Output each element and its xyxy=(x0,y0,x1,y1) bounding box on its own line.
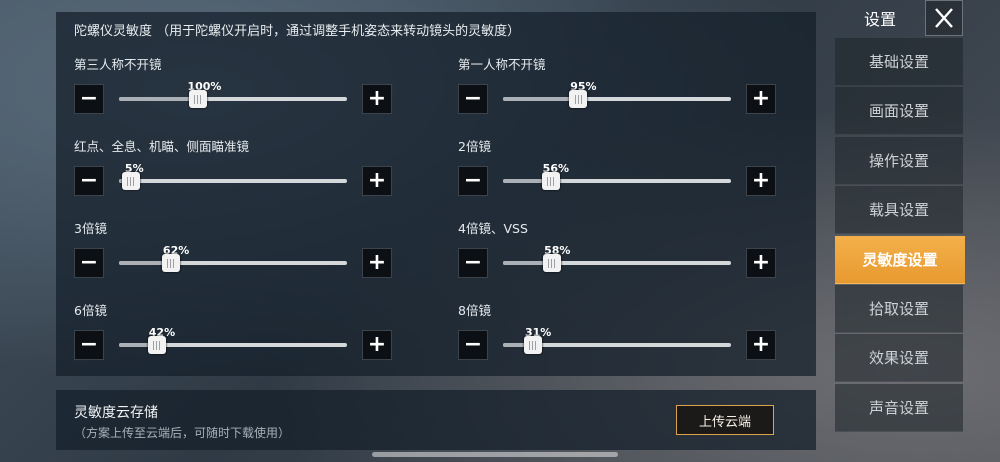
increase-button[interactable]: + xyxy=(362,84,392,114)
sidebar-item[interactable]: 效果设置 xyxy=(835,334,963,383)
sidebar-title: 设置 xyxy=(863,10,896,29)
increase-button[interactable]: + xyxy=(746,84,776,114)
cloud-storage-subtitle: （方案上传至云端后，可随时下载使用） xyxy=(74,426,291,440)
sidebar-item[interactable]: 操作设置 xyxy=(835,136,963,185)
sensitivity-slider: 6倍镜 − 42% + xyxy=(74,300,394,380)
cloud-storage-panel: 灵敏度云存储 （方案上传至云端后，可随时下载使用） 上传云端 xyxy=(56,390,816,450)
slider-thumb[interactable] xyxy=(542,254,561,272)
slider-thumb[interactable] xyxy=(523,336,542,354)
sensitivity-slider: 红点、全息、机瞄、侧面瞄准镜 − 5% + xyxy=(74,136,394,216)
sidebar-item[interactable]: 灵敏度设置 xyxy=(835,235,965,284)
home-indicator[interactable] xyxy=(372,452,618,457)
slider-track[interactable] xyxy=(503,172,731,190)
sensitivity-slider: 第一人称不开镜 − 95% + xyxy=(458,54,778,134)
close-button[interactable] xyxy=(925,0,963,36)
panel-title: 陀螺仪灵敏度 （用于陀螺仪开启时，通过调整手机姿态来转动镜头的灵敏度） xyxy=(74,24,521,39)
decrease-button[interactable]: − xyxy=(458,248,488,278)
slider-thumb[interactable] xyxy=(161,254,180,272)
cloud-storage-title: 灵敏度云存储 xyxy=(74,405,158,421)
slider-thumb[interactable] xyxy=(147,336,166,354)
slider-thumb[interactable] xyxy=(188,90,207,108)
increase-button[interactable]: + xyxy=(362,330,392,360)
increase-button[interactable]: + xyxy=(746,166,776,196)
slider-thumb[interactable] xyxy=(541,172,560,190)
slider-thumb[interactable] xyxy=(121,172,140,190)
increase-button[interactable]: + xyxy=(746,330,776,360)
slider-label: 6倍镜 xyxy=(74,303,107,318)
sidebar-item[interactable]: 画面设置 xyxy=(835,87,963,136)
slider-label: 红点、全息、机瞄、侧面瞄准镜 xyxy=(74,139,250,154)
decrease-button[interactable]: − xyxy=(74,330,104,360)
slider-fill xyxy=(119,97,198,101)
decrease-button[interactable]: − xyxy=(458,84,488,114)
decrease-button[interactable]: − xyxy=(458,330,488,360)
slider-track[interactable] xyxy=(119,254,347,272)
sidebar-item[interactable]: 载具设置 xyxy=(835,186,963,235)
sensitivity-slider: 3倍镜 − 62% + xyxy=(74,218,394,298)
decrease-button[interactable]: − xyxy=(74,248,104,278)
slider-label: 4倍镜、VSS xyxy=(458,221,528,236)
sensitivity-slider: 8倍镜 − 31% + xyxy=(458,300,778,380)
slider-track[interactable] xyxy=(119,90,347,108)
sensitivity-slider: 4倍镜、VSS − 58% + xyxy=(458,218,778,298)
sensitivity-slider: 第三人称不开镜 − 100% + xyxy=(74,54,394,134)
slider-label: 第一人称不开镜 xyxy=(458,57,546,72)
sensitivity-slider: 2倍镜 − 56% + xyxy=(458,136,778,216)
sidebar-item[interactable]: 拾取设置 xyxy=(835,285,963,333)
close-icon xyxy=(935,8,953,28)
slider-track[interactable] xyxy=(119,172,347,190)
decrease-button[interactable]: − xyxy=(74,84,104,114)
slider-track[interactable] xyxy=(119,336,347,354)
slider-fill xyxy=(503,97,579,101)
slider-track[interactable] xyxy=(503,336,731,354)
slider-thumb[interactable] xyxy=(569,90,588,108)
slider-track[interactable] xyxy=(503,254,731,272)
increase-button[interactable]: + xyxy=(362,248,392,278)
sidebar-item[interactable]: 基础设置 xyxy=(835,38,963,86)
gyroscope-sensitivity-panel: 陀螺仪灵敏度 （用于陀螺仪开启时，通过调整手机姿态来转动镜头的灵敏度） 第三人称… xyxy=(56,12,816,376)
sidebar-item[interactable]: 声音设置 xyxy=(835,383,963,432)
slider-label: 8倍镜 xyxy=(458,303,491,318)
decrease-button[interactable]: − xyxy=(458,166,488,196)
settings-sidebar: 设置 基础设置 画面设置 操作设置 载具设置 灵敏度设置 拾取设置 效果设置 声音设置 xyxy=(835,0,965,462)
slider-label: 3倍镜 xyxy=(74,221,107,236)
slider-label: 第三人称不开镜 xyxy=(74,57,162,72)
increase-button[interactable]: + xyxy=(746,248,776,278)
slider-track[interactable] xyxy=(503,90,731,108)
decrease-button[interactable]: − xyxy=(74,166,104,196)
slider-label: 2倍镜 xyxy=(458,139,491,154)
increase-button[interactable]: + xyxy=(362,166,392,196)
upload-cloud-button[interactable]: 上传云端 xyxy=(676,405,774,435)
